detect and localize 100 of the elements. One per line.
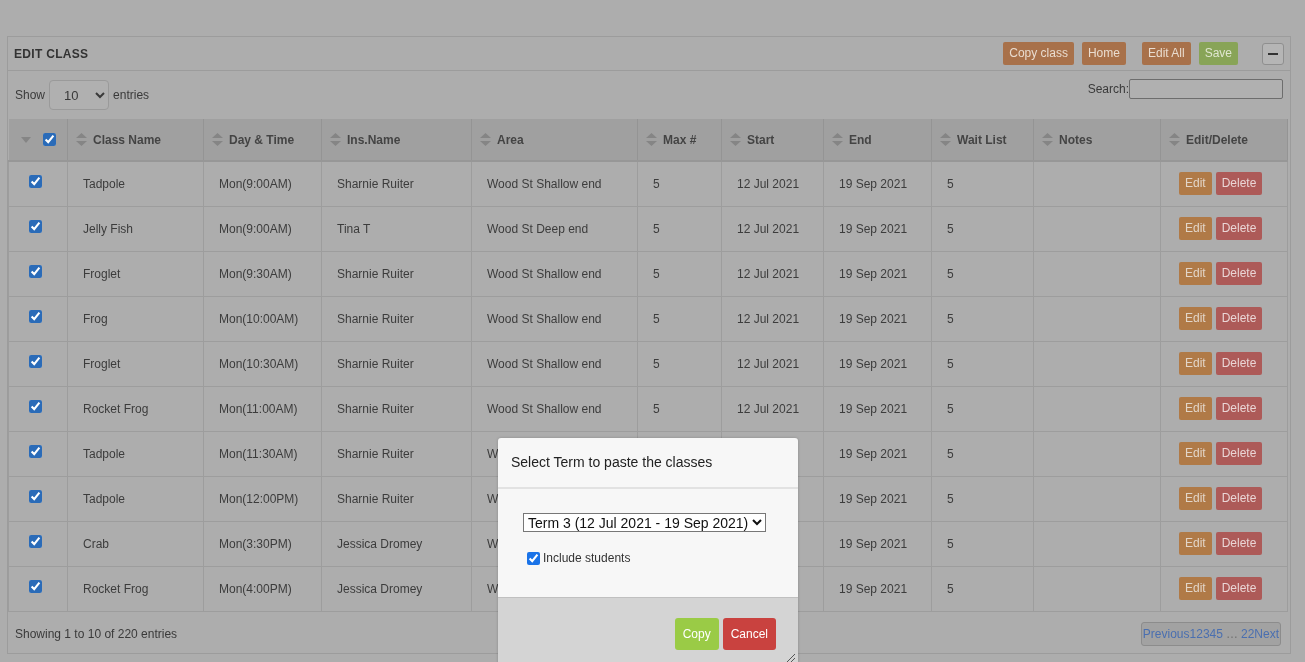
delete-button[interactable]: Delete	[1215, 487, 1263, 510]
dialog-button[interactable]: Copy	[674, 618, 719, 650]
table-cell: 5	[653, 176, 660, 191]
row-checkbox[interactable]	[29, 444, 42, 458]
row-checkbox[interactable]	[29, 399, 42, 413]
page-link[interactable]: 22	[1240, 624, 1255, 643]
table-cell: 5	[947, 536, 954, 551]
delete-button[interactable]: Delete	[1215, 532, 1263, 555]
table-cell: Froglet	[83, 266, 121, 281]
table-cell: 19 Sep 2021	[839, 266, 908, 281]
dialog-button[interactable]: Cancel	[722, 618, 776, 650]
edit-button[interactable]: Edit	[1179, 442, 1212, 465]
row-checkbox[interactable]	[29, 534, 42, 548]
page-link[interactable]: 5	[1216, 624, 1223, 643]
table-cell: 5	[947, 356, 954, 371]
toolbar-button[interactable]: Save	[1198, 42, 1238, 65]
delete-button[interactable]: Delete	[1215, 577, 1263, 600]
column-header[interactable]: Day & Time	[229, 132, 295, 147]
table-cell: Mon(4:00PM)	[219, 581, 292, 596]
row-checkbox[interactable]	[29, 309, 42, 323]
table-cell: 12 Jul 2021	[737, 266, 800, 281]
collapse-button[interactable]	[1262, 42, 1284, 65]
panel-title: EDIT CLASS	[14, 45, 89, 63]
table-cell: 5	[947, 221, 954, 236]
table-cell: Wood St Deep end	[487, 221, 589, 236]
table-cell: 5	[947, 581, 954, 596]
column-header[interactable]: Start	[747, 132, 775, 147]
table-cell: 5	[653, 401, 660, 416]
toolbar-button[interactable]: Home	[1081, 42, 1126, 65]
table-cell: Wood St Shallow end	[487, 311, 602, 326]
edit-button[interactable]: Edit	[1179, 172, 1212, 196]
edit-button[interactable]: Edit	[1179, 577, 1212, 600]
row-checkbox[interactable]	[29, 579, 42, 593]
delete-button[interactable]: Delete	[1215, 352, 1263, 375]
table-cell: Sharnie Ruiter	[337, 311, 414, 326]
table-cell: W	[487, 491, 499, 506]
edit-button[interactable]: Edit	[1179, 262, 1212, 285]
search-field[interactable]	[1129, 79, 1283, 99]
row-checkbox[interactable]	[29, 174, 42, 188]
minus-icon	[1268, 52, 1278, 55]
column-header[interactable]: End	[849, 132, 872, 147]
table-cell: W	[487, 446, 499, 461]
dialog-title: Select Term to paste the classes	[511, 453, 713, 472]
table-cell: Sharnie Ruiter	[337, 176, 414, 191]
table-cell: Sharnie Ruiter	[337, 356, 414, 371]
page-link[interactable]: Next	[1254, 624, 1279, 643]
table-cell: Tina T	[337, 221, 371, 236]
table-cell: Mon(3:30PM)	[219, 536, 292, 551]
table-cell: 19 Sep 2021	[839, 536, 908, 551]
table-cell: 19 Sep 2021	[839, 491, 908, 506]
table-cell: Wood St Shallow end	[487, 401, 602, 416]
toolbar-button[interactable]: Edit All	[1141, 42, 1191, 65]
delete-button[interactable]: Delete	[1215, 397, 1263, 420]
resize-grip-icon[interactable]	[786, 653, 795, 662]
table-cell: Mon(11:30AM)	[219, 446, 298, 461]
delete-button[interactable]: Delete	[1215, 172, 1263, 196]
page-link[interactable]: Previous	[1142, 624, 1190, 643]
table-cell: 19 Sep 2021	[839, 581, 908, 596]
column-header[interactable]: Max #	[663, 132, 697, 147]
term-select[interactable]: Term 3 (12 Jul 2021 - 19 Sep 2021)	[523, 513, 766, 532]
table-cell: 12 Jul 2021	[737, 176, 800, 191]
table-cell: 5	[653, 266, 660, 281]
table-cell: 19 Sep 2021	[839, 446, 908, 461]
edit-button[interactable]: Edit	[1179, 532, 1212, 555]
table-cell: Jessica Dromey	[337, 581, 423, 596]
table-cell: Sharnie Ruiter	[337, 446, 414, 461]
row-checkbox[interactable]	[29, 489, 42, 503]
table-cell: Sharnie Ruiter	[337, 266, 414, 281]
toolbar-button[interactable]: Copy class	[1003, 42, 1074, 65]
edit-button[interactable]: Edit	[1179, 397, 1212, 420]
column-header[interactable]: Area	[497, 132, 524, 147]
table-cell: 12 Jul 2021	[737, 401, 800, 416]
column-header[interactable]: Ins.Name	[347, 132, 401, 147]
delete-button[interactable]: Delete	[1215, 217, 1263, 240]
column-header[interactable]: Edit/Delete	[1186, 132, 1248, 147]
row-checkbox[interactable]	[29, 354, 42, 368]
table-cell: 12 Jul 2021	[737, 221, 800, 236]
edit-button[interactable]: Edit	[1179, 217, 1212, 240]
edit-button[interactable]: Edit	[1179, 307, 1212, 330]
row-checkbox[interactable]	[29, 264, 42, 278]
page-link[interactable]: 4	[1209, 624, 1217, 643]
column-header[interactable]: Notes	[1059, 132, 1093, 147]
page-link[interactable]: 3	[1202, 624, 1210, 643]
delete-button[interactable]: Delete	[1215, 307, 1263, 330]
select-all-checkbox[interactable]	[42, 132, 56, 146]
column-header[interactable]: Class Name	[93, 132, 162, 147]
show-label: Show	[15, 87, 46, 104]
delete-button[interactable]: Delete	[1215, 262, 1263, 285]
page-link[interactable]: 2	[1196, 624, 1203, 643]
row-checkbox[interactable]	[29, 219, 42, 233]
entries-select[interactable]: 10	[49, 80, 110, 110]
table-cell: Mon(9:00AM)	[219, 176, 292, 191]
delete-button[interactable]: Delete	[1215, 442, 1263, 465]
column-header[interactable]: Wait List	[957, 132, 1007, 147]
table-cell: Rocket Frog	[83, 401, 149, 416]
include-students-checkbox[interactable]	[527, 551, 540, 565]
page-link[interactable]: 1	[1189, 624, 1197, 643]
edit-button[interactable]: Edit	[1179, 487, 1212, 510]
table-cell: 19 Sep 2021	[839, 356, 908, 371]
edit-button[interactable]: Edit	[1179, 352, 1212, 375]
